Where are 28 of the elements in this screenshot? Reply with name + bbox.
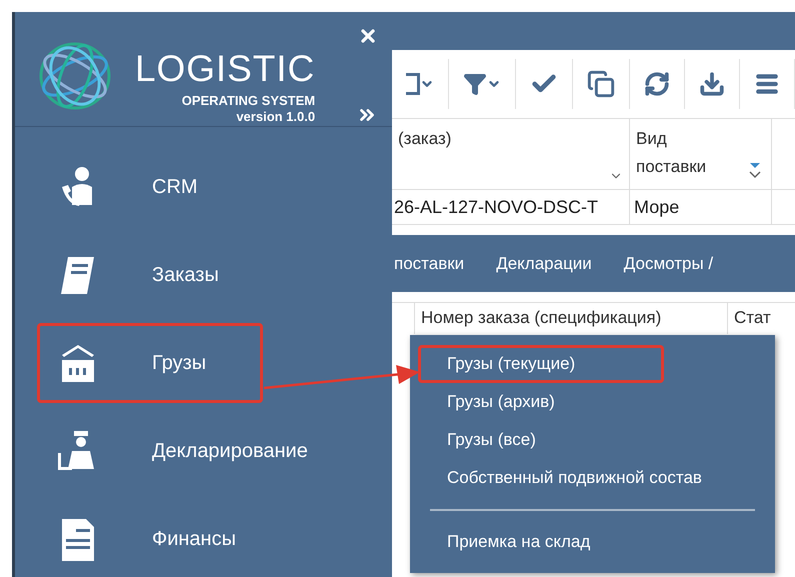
copy-icon[interactable] [587,70,615,98]
column-header[interactable]: Вид поставки [630,119,772,189]
filter-dropdown-icon[interactable] [463,72,501,96]
column-header[interactable]: Стат [727,303,777,334]
sort-icon[interactable] [749,161,761,179]
tab[interactable]: Досмотры / [624,250,714,276]
column-header[interactable]: Номер заказа (спецификация) [414,303,727,334]
logo-subtitle: OPERATING SYSTEM [182,93,316,110]
download-icon[interactable] [699,71,725,97]
table-cell: Море [630,190,772,224]
version-label: version 1.0.0 [236,109,316,126]
table-cell: 26-AL-127-NOVO-DSC-T [392,190,630,224]
submenu-item[interactable]: Грузы (архив) [418,383,564,421]
submenu-item[interactable]: Грузы (текущие) [418,345,664,383]
nav-item[interactable]: Декларирование [37,411,317,491]
logo-title: LOGISTIC [135,50,316,87]
submenu-item[interactable]: Приемка на склад [418,523,600,561]
nav-item[interactable]: Грузы [37,323,263,403]
tab[interactable]: Декларации [496,250,592,276]
submenu-item[interactable]: Грузы (все) [418,421,545,459]
columns-dropdown-icon[interactable] [406,73,434,95]
submenu-item[interactable]: Собственный подвижной состав [418,459,711,497]
column-header[interactable]: (заказ) [392,119,630,189]
refresh-icon[interactable] [644,71,670,97]
nav-item[interactable]: Финансы [37,499,263,577]
nav-item[interactable]: CRM [37,147,263,227]
tab[interactable]: поставки [394,250,464,276]
nav-item[interactable]: Заказы [37,235,263,315]
